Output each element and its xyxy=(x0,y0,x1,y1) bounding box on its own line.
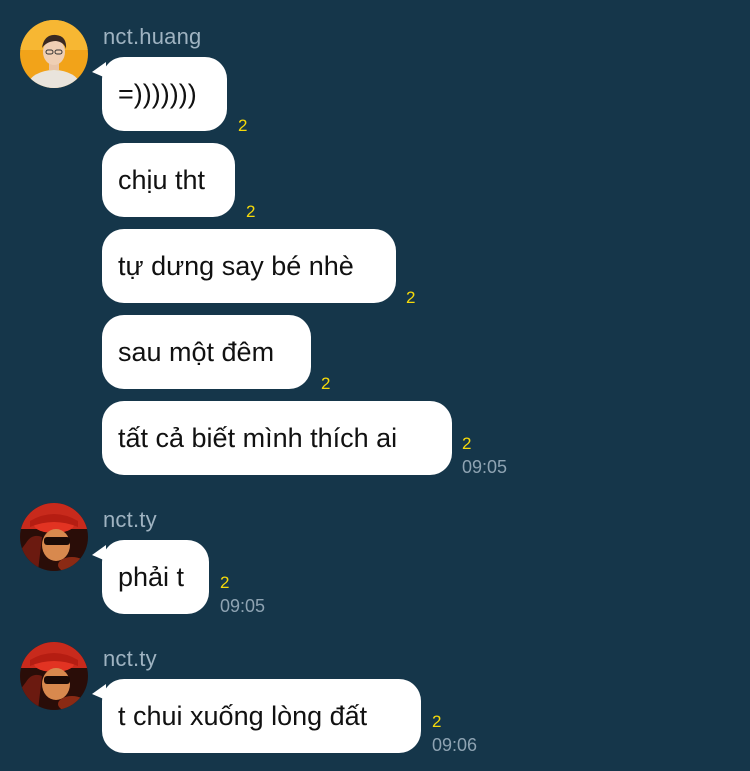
unread-count: 2 xyxy=(462,434,472,453)
unread-count: 2 xyxy=(246,202,256,221)
unread-count: 2 xyxy=(321,374,331,393)
message-bubble[interactable]: sau một đêm xyxy=(102,315,311,389)
sender-name: nct.ty xyxy=(103,646,157,671)
user-avatar-icon xyxy=(20,503,88,571)
unread-count: 2 xyxy=(220,573,230,592)
message-bubble[interactable]: t chui xuống lòng đất xyxy=(102,679,421,753)
message-bubble[interactable]: phải t xyxy=(102,540,209,614)
avatar-nct-ty[interactable] xyxy=(20,642,88,710)
avatar-nct-huang[interactable] xyxy=(20,20,88,88)
sender-name: nct.ty xyxy=(103,507,157,532)
unread-count: 2 xyxy=(238,116,248,135)
message-timestamp: 09:06 xyxy=(432,735,478,755)
message-timestamp: 09:05 xyxy=(220,596,266,616)
sender-name: nct.huang xyxy=(103,24,202,49)
message-bubble[interactable]: tự dưng say bé nhè xyxy=(102,229,396,303)
message-bubble[interactable]: tất cả biết mình thích ai xyxy=(102,401,452,475)
user-avatar-icon xyxy=(20,642,88,710)
message-bubble[interactable]: chịu tht xyxy=(102,143,235,217)
unread-count: 2 xyxy=(406,288,416,307)
message-timestamp: 09:05 xyxy=(462,457,508,477)
avatar-nct-ty[interactable] xyxy=(20,503,88,571)
unread-count: 2 xyxy=(432,712,442,731)
message-bubble[interactable]: =))))))) xyxy=(102,57,227,131)
user-avatar-icon xyxy=(20,20,88,88)
